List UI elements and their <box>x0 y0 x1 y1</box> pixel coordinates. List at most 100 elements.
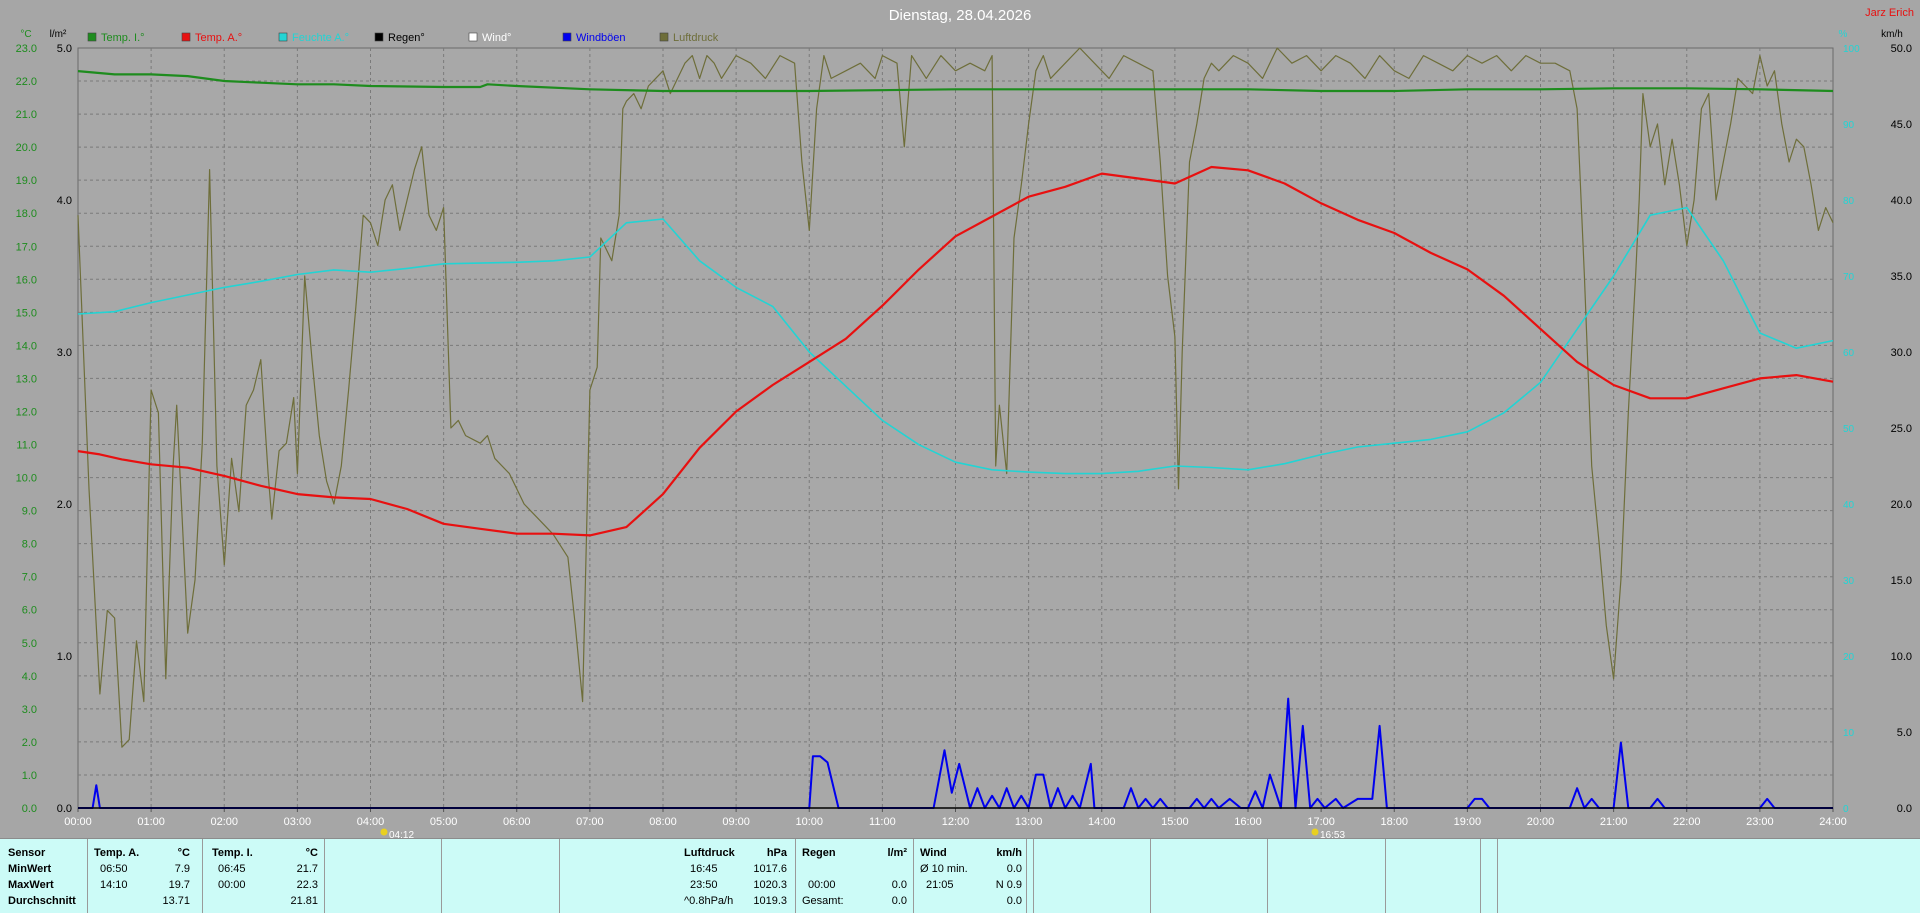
legend-label: Temp. I.° <box>101 32 145 44</box>
wind-unit: km/h <box>996 847 1022 859</box>
x-tick-label: 22:00 <box>1673 816 1701 828</box>
rain-unit-label: l/m² <box>50 29 67 40</box>
x-tick-label: 07:00 <box>576 816 604 828</box>
legend-label: Regen° <box>388 32 425 44</box>
temp-tick-label: 4.0 <box>22 671 37 683</box>
temp-tick-label: 15.0 <box>16 307 37 319</box>
regen-max: 0.0 <box>891 879 907 891</box>
temp-tick-label: 11.0 <box>16 440 37 452</box>
temp-i-unit: °C <box>305 847 318 859</box>
humidity-tick-label: 60 <box>1843 348 1855 359</box>
x-tick-label: 00:00 <box>64 816 92 828</box>
x-tick-label: 14:00 <box>1088 816 1116 828</box>
x-tick-label: 10:00 <box>795 816 823 828</box>
author-label: Jarz Erich <box>1865 7 1914 19</box>
sun-icon <box>380 828 388 836</box>
wind-tick-label: 45.0 <box>1891 119 1912 131</box>
legend-item: Regen° <box>374 32 425 44</box>
temp-a-column: Temp. A. °C 06:50 7.9 14:10 19.7 13.71 <box>88 839 203 913</box>
x-tick-label: 08:00 <box>649 816 677 828</box>
x-tick-label: 20:00 <box>1527 816 1555 828</box>
x-tick-label: 24:00 <box>1819 816 1847 828</box>
wind-tick-label: 10.0 <box>1891 651 1912 663</box>
humidity-tick-label: 50 <box>1843 424 1855 435</box>
wind-tick-label: 25.0 <box>1891 423 1912 435</box>
regen-total: 0.0 <box>891 895 907 907</box>
temp-tick-label: 1.0 <box>22 770 37 782</box>
temp-tick-label: 3.0 <box>22 704 37 716</box>
regen-column: Regen l/m² 00:00 0.0 Gesamt: 0.0 <box>796 839 914 913</box>
empty-column-9 <box>1268 839 1386 913</box>
humidity-tick-label: 80 <box>1843 196 1855 207</box>
luftdruck-max-time: 23:50 <box>690 879 718 891</box>
moon-icon <box>1311 828 1319 836</box>
regen-max-time: 00:00 <box>808 879 836 891</box>
temp-unit-label: °C <box>20 29 31 40</box>
wind-tick-label: 35.0 <box>1891 271 1912 283</box>
temp-tick-label: 13.0 <box>16 373 37 385</box>
temp-axis-ticks: 0.0 1.0 2.0 3.0 4.0 5.0 6.0 7.0 8.0 9.0 10.0 11.0 12… <box>16 43 37 815</box>
wind-tick-label: 20.0 <box>1891 499 1912 511</box>
wind-column: Wind km/h Ø 10 min. 0.0 21:05 N 0.9 0.0 <box>914 839 1027 913</box>
legend-item: Feuchte A.° <box>278 32 349 44</box>
sunrise-time: 04:12 <box>389 830 414 838</box>
x-axis-ticks: 00:00 01:00 02:00 03:00 04:00 05:00 06:00 07:00… <box>64 808 1847 828</box>
wind-tick-label: 40.0 <box>1891 195 1912 207</box>
humidity-unit-label: % <box>1839 29 1848 40</box>
empty-column-2 <box>442 839 560 913</box>
temp-tick-label: 16.0 <box>16 274 37 286</box>
temp-tick-label: 8.0 <box>22 539 37 551</box>
humidity-tick-label: 70 <box>1843 272 1855 283</box>
temp-i-min-time: 06:45 <box>218 863 246 875</box>
temp-a-max: 19.7 <box>168 879 190 891</box>
wind-tick-label: 50.0 <box>1891 43 1912 55</box>
temp-tick-label: 22.0 <box>16 76 37 88</box>
luftdruck-trend: 1019.3 <box>753 895 787 907</box>
legend-item: Luftdruck <box>659 32 719 44</box>
regen-total-label: Gesamt: <box>802 895 844 907</box>
avg-row-label: Durchschnitt <box>8 895 76 907</box>
regen-unit: l/m² <box>887 847 907 859</box>
wind-max-time: 21:05 <box>926 879 954 891</box>
x-tick-label: 21:00 <box>1600 816 1628 828</box>
luftdruck-header: Luftdruck <box>684 847 735 859</box>
humidity-tick-label: 10 <box>1843 728 1855 739</box>
wind-avg-label: Ø 10 min. <box>920 863 968 875</box>
legend-swatch <box>468 32 478 42</box>
sensor-header: Sensor <box>8 847 46 859</box>
legend-item: Windböen <box>562 32 626 44</box>
x-tick-label: 15:00 <box>1161 816 1189 828</box>
legend-label: Wind° <box>482 32 511 44</box>
wind-unit-label: km/h <box>1881 29 1903 40</box>
rain-tick-label: 3.0 <box>57 347 72 359</box>
min-row-label: MinWert <box>8 863 52 875</box>
temp-tick-label: 7.0 <box>22 572 37 584</box>
wind-max: N 0.9 <box>995 879 1022 891</box>
regen-header: Regen <box>802 847 836 859</box>
legend-label: Luftdruck <box>673 32 719 44</box>
humidity-tick-label: 0 <box>1843 804 1849 815</box>
temp-i-header: Temp. I. <box>212 847 253 859</box>
wind-axis-ticks: 0.0 5.0 10.0 15.0 20.0 25.0 30.0 35.0 40.0 45.0 50… <box>1891 43 1912 815</box>
rain-tick-label: 4.0 <box>57 195 72 207</box>
x-tick-label: 23:00 <box>1746 816 1774 828</box>
temp-a-header: Temp. A. <box>94 847 140 859</box>
x-tick-label: 02:00 <box>210 816 238 828</box>
legend-swatch <box>278 32 288 42</box>
humidity-tick-label: 100 <box>1843 44 1860 55</box>
empty-column-10 <box>1386 839 1481 913</box>
humidity-axis-ticks: 0 10 20 30 40 50 60 70 80 90 100 <box>1843 44 1860 815</box>
x-tick-label: 11:00 <box>869 816 896 828</box>
temp-a-min: 7.9 <box>174 863 190 875</box>
luftdruck-max: 1020.3 <box>753 879 787 891</box>
humidity-tick-label: 90 <box>1843 120 1855 131</box>
temp-i-max-time: 00:00 <box>218 879 246 891</box>
empty-column-7 <box>1034 839 1151 913</box>
temp-a-min-time: 06:50 <box>100 863 128 875</box>
legend: Temp. I.° Temp. A.° Feuchte A.° Regen° Wind°… <box>87 32 719 44</box>
legend-swatch <box>374 32 384 42</box>
temp-tick-label: 6.0 <box>22 605 37 617</box>
weather-chart: 00:00 01:00 02:00 03:00 04:00 05:00 06:00 07:00… <box>16 7 1914 838</box>
temp-tick-label: 10.0 <box>16 473 37 485</box>
x-tick-label: 19:00 <box>1454 816 1482 828</box>
